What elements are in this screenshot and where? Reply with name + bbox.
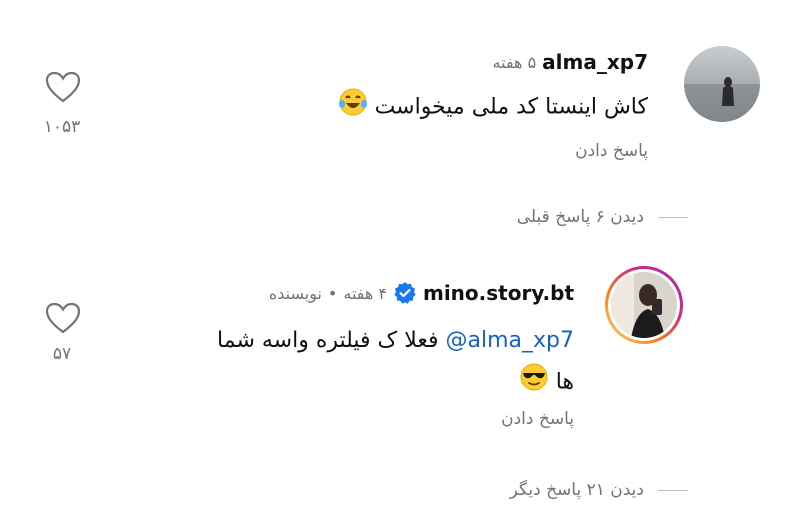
comment-1-header: alma_xp7 ۵ هفته	[493, 50, 648, 74]
heart-icon	[45, 302, 81, 334]
view-more-label: دیدن ۲۱ پاسخ دیگر	[509, 480, 644, 500]
comment-2-header: mino.story.bt ۴ هفته • نویسنده	[269, 281, 574, 305]
comment-username[interactable]: alma_xp7	[542, 50, 648, 74]
like-button[interactable]	[43, 301, 83, 335]
like-count: ۱۰۵۳	[43, 117, 81, 137]
like-button[interactable]	[43, 70, 83, 104]
avatar-mino-story-bt[interactable]	[604, 265, 684, 345]
comment-username[interactable]: mino.story.bt	[423, 281, 574, 305]
comment-2-text: @alma_xp7 فعلا ک فیلتره واسه شما	[217, 324, 574, 358]
heart-icon	[45, 71, 81, 103]
reply-button[interactable]: پاسخ دادن	[501, 409, 574, 429]
comment-1-text: کاش اینستا کد ملی میخواست	[338, 87, 648, 128]
mention-link[interactable]: @alma_xp7	[446, 328, 575, 353]
comment-text: فعلا ک فیلتره واسه شما	[217, 328, 439, 353]
view-more-replies[interactable]: دیدن ۲۱ پاسخ دیگر	[510, 480, 688, 500]
sunglasses-emoji	[519, 362, 549, 403]
author-label: نویسنده	[268, 283, 322, 303]
avatar-alma-xp7[interactable]	[684, 46, 760, 122]
comment-time: ۵ هفته	[492, 52, 537, 72]
comment-text-continued: ها	[555, 369, 574, 395]
comment-text: کاش اینستا کد ملی میخواست	[374, 94, 648, 120]
verified-badge-icon	[393, 281, 417, 305]
comment-2-text-line2: ها	[519, 362, 574, 403]
separator-dot: •	[327, 283, 338, 303]
like-count: ۵۷	[52, 344, 72, 364]
view-previous-label: دیدن ۶ پاسخ قبلی	[516, 207, 644, 227]
divider-line	[658, 216, 688, 218]
divider-line	[658, 489, 688, 491]
comment-time: ۴ هفته	[343, 283, 387, 303]
laughing-tears-emoji	[338, 87, 368, 128]
view-previous-replies[interactable]: دیدن ۶ پاسخ قبلی	[517, 207, 688, 227]
reply-button[interactable]: پاسخ دادن	[575, 141, 648, 161]
